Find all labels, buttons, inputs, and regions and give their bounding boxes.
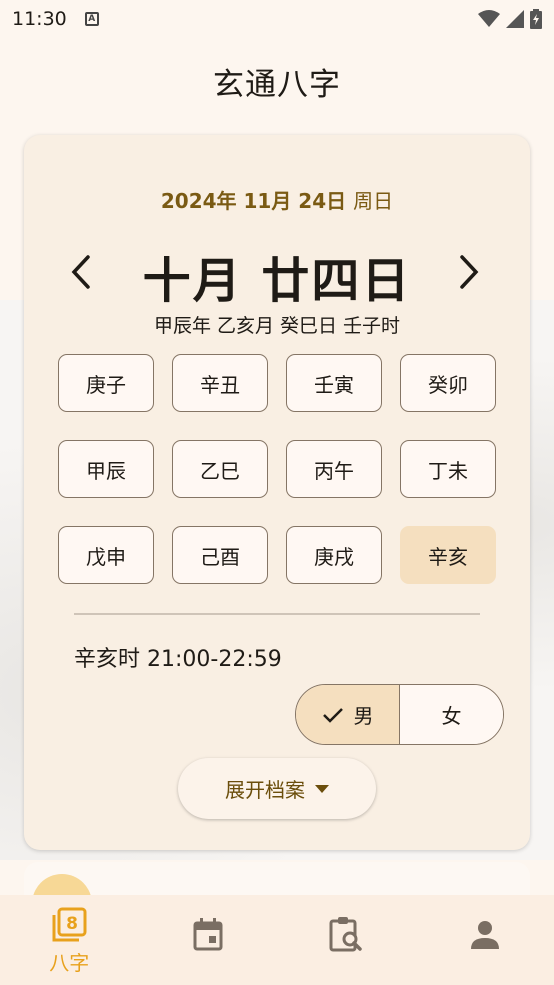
hour-chip-selected[interactable]: 辛亥 bbox=[400, 526, 496, 584]
expand-profile-button[interactable]: 展开档案 bbox=[178, 758, 376, 819]
hour-range: 辛亥时 21:00-22:59 bbox=[74, 647, 282, 672]
nav-item-analysis[interactable] bbox=[277, 895, 416, 985]
calendar-icon bbox=[193, 918, 223, 951]
hour-chip[interactable]: 辛丑 bbox=[172, 354, 268, 412]
gender-male-button[interactable]: 男 bbox=[296, 685, 400, 744]
hour-chip[interactable]: 甲辰 bbox=[58, 440, 154, 498]
nav-item-bazi[interactable]: 8 八字 bbox=[0, 895, 139, 985]
ganzhi-pillars: 甲辰年 乙亥月 癸巳日 壬子时 bbox=[153, 315, 401, 337]
hour-chip[interactable]: 戊申 bbox=[58, 526, 154, 584]
hour-chip[interactable]: 己酉 bbox=[172, 526, 268, 584]
dropdown-triangle-icon bbox=[315, 784, 329, 793]
hour-chip[interactable]: 壬寅 bbox=[286, 354, 382, 412]
hour-chip[interactable]: 乙巳 bbox=[172, 440, 268, 498]
hour-chip[interactable]: 癸卯 bbox=[400, 354, 496, 412]
weekday-text: 周日 bbox=[353, 189, 394, 213]
signal-icon bbox=[506, 10, 524, 28]
hour-chip[interactable]: 丁未 bbox=[400, 440, 496, 498]
nav-item-profile[interactable] bbox=[416, 895, 554, 985]
battery-icon bbox=[530, 9, 542, 29]
bazi-book-icon: 8 bbox=[52, 907, 87, 942]
solar-date-text: 2024年 11月 24日 bbox=[160, 189, 347, 213]
hour-chip[interactable]: 丙午 bbox=[286, 440, 382, 498]
app-title: 玄通八字 bbox=[213, 66, 341, 103]
next-day-chevron-right-icon[interactable] bbox=[448, 247, 488, 297]
wifi-icon bbox=[478, 10, 500, 27]
bottom-nav: 8 八字 bbox=[0, 895, 554, 985]
gender-male-label: 男 bbox=[353, 704, 374, 728]
gender-female-label: 女 bbox=[441, 704, 462, 728]
expand-profile-label: 展开档案 bbox=[225, 778, 305, 802]
divider bbox=[74, 613, 480, 615]
clipboard-search-icon bbox=[329, 917, 362, 952]
status-indicators bbox=[478, 9, 542, 29]
nav-item-bazi-label: 八字 bbox=[49, 951, 90, 975]
notification-icon: A bbox=[84, 12, 99, 26]
check-icon bbox=[322, 707, 343, 723]
person-icon bbox=[470, 921, 499, 949]
hour-chip[interactable]: 庚子 bbox=[58, 354, 154, 412]
hour-chip[interactable]: 庚戌 bbox=[286, 526, 382, 584]
status-time: 11:30 bbox=[12, 8, 67, 30]
app-bar: 玄通八字 bbox=[0, 38, 554, 124]
gender-toggle: 男 女 bbox=[295, 684, 504, 745]
nav-item-calendar[interactable] bbox=[139, 895, 278, 985]
svg-text:8: 8 bbox=[66, 914, 78, 934]
date-picker-card: 2024年 11月 24日 周日 十月 廿四日 甲辰年 乙亥月 癸巳日 壬子时 … bbox=[24, 135, 530, 850]
solar-date[interactable]: 2024年 11月 24日 周日 bbox=[24, 185, 530, 214]
gender-female-button[interactable]: 女 bbox=[400, 685, 503, 744]
status-bar: 11:30 A bbox=[0, 0, 554, 38]
